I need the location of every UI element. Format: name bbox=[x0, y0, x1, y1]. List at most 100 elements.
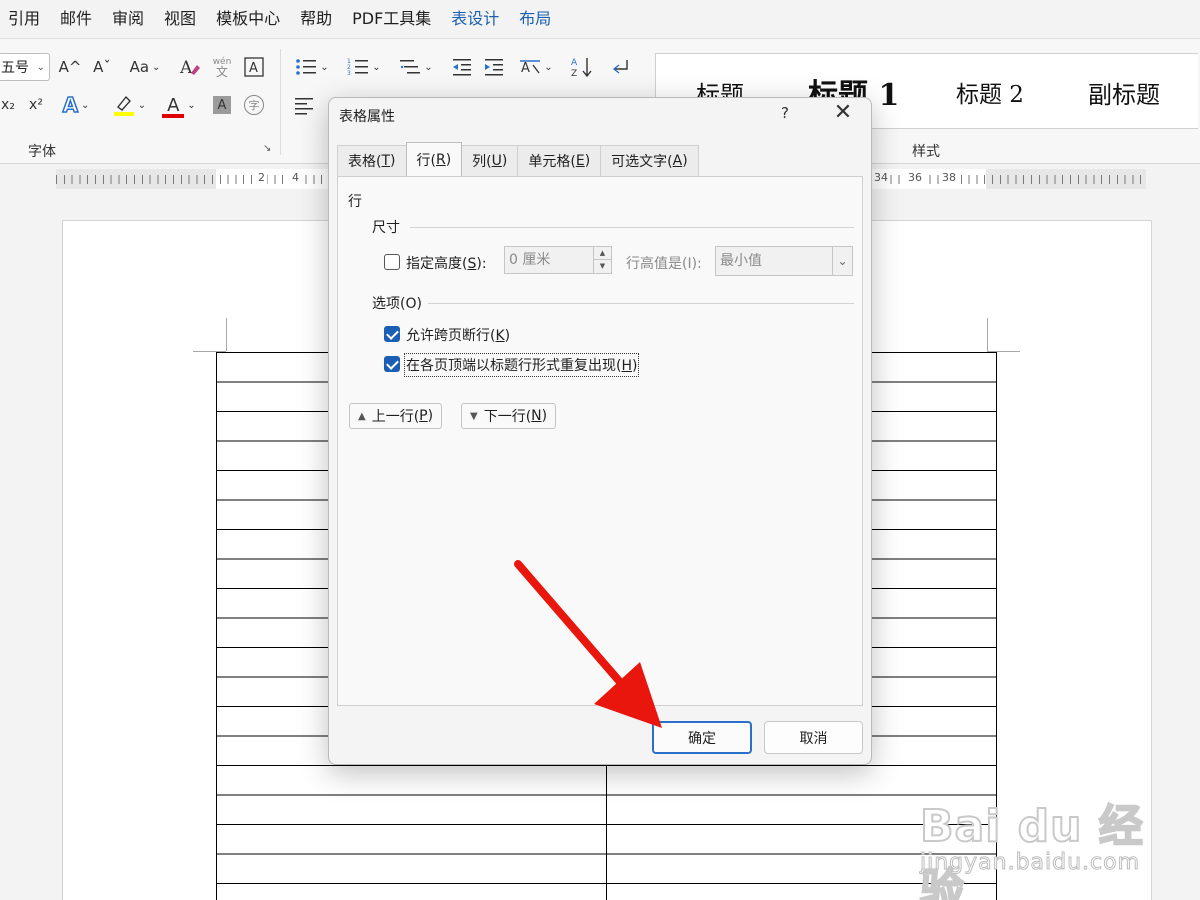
sort-button[interactable]: AZ bbox=[568, 53, 596, 81]
menu-review[interactable]: 审阅 bbox=[102, 0, 154, 38]
chevron-down-icon: ⌄ bbox=[544, 61, 553, 73]
spin-up-icon[interactable]: ▲ bbox=[594, 247, 611, 260]
font-color-button[interactable]: A ⌄ bbox=[158, 91, 200, 119]
row-height-is-label: 行高值是(I): bbox=[626, 256, 702, 272]
chinese-layout-button[interactable]: A ⌄ bbox=[514, 53, 558, 81]
character-border-button[interactable]: A bbox=[240, 53, 268, 81]
tab-table[interactable]: 表格(T) bbox=[337, 145, 407, 176]
svg-text:A: A bbox=[179, 58, 193, 78]
margin-mark bbox=[226, 318, 227, 351]
chevron-down-icon: ⌄ bbox=[832, 247, 852, 275]
menu-help[interactable]: 帮助 bbox=[290, 0, 342, 38]
decrease-indent-button[interactable] bbox=[448, 53, 476, 81]
menu-view[interactable]: 视图 bbox=[154, 0, 206, 38]
superscript-button[interactable]: x² bbox=[22, 91, 50, 119]
character-shading-button[interactable]: A bbox=[208, 91, 236, 119]
row-tab-panel: 行 尺寸 指定高度(S): 0 厘米 ▲ ▼ 行高值是(I): 最小值 ⌄ 选项… bbox=[337, 176, 863, 706]
section-options-label: 选项(O) bbox=[372, 296, 422, 312]
grow-font-icon: A^ bbox=[58, 58, 82, 76]
decrease-indent-icon bbox=[453, 59, 471, 76]
close-icon[interactable]: ✕ bbox=[829, 100, 857, 125]
font-size-select[interactable]: 五号 ⌄ bbox=[0, 53, 50, 81]
phonetic-guide-button[interactable]: wén 文 bbox=[208, 53, 236, 81]
tab-cell[interactable]: 单元格(E) bbox=[517, 145, 602, 176]
shrink-font-icon: Aˇ bbox=[93, 58, 111, 76]
numbering-icon: 123 bbox=[347, 58, 369, 77]
menu-mailings[interactable]: 邮件 bbox=[50, 0, 102, 38]
chevron-down-icon: ⌄ bbox=[320, 61, 329, 73]
clear-format-button[interactable]: A bbox=[176, 53, 204, 81]
clear-format-icon: A bbox=[179, 58, 200, 78]
chevron-down-icon: ⌄ bbox=[152, 61, 161, 73]
tab-row[interactable]: 行(R) bbox=[405, 142, 463, 176]
subscript-button[interactable]: x₂ bbox=[0, 91, 22, 119]
style-subtitle[interactable]: 副标题 bbox=[1088, 54, 1160, 130]
ruler-number: 4 bbox=[290, 171, 301, 184]
ruler-number: 36 bbox=[906, 171, 924, 184]
menu-references[interactable]: 引用 bbox=[0, 0, 50, 38]
change-case-icon: Aa bbox=[129, 58, 150, 76]
ok-button[interactable]: 确定 bbox=[652, 721, 752, 754]
character-border-icon: A bbox=[244, 57, 264, 77]
font-dialog-launcher-icon[interactable]: ↘ bbox=[263, 143, 271, 154]
allow-row-break-checkbox[interactable] bbox=[384, 326, 400, 342]
menu-bar: 引用 邮件 审阅 视图 模板中心 帮助 PDF工具集 表设计 布局 bbox=[0, 0, 1200, 38]
triangle-up-icon: ▲ bbox=[358, 410, 366, 422]
chevron-down-icon: ⌄ bbox=[137, 99, 147, 111]
section-row-label: 行 bbox=[348, 194, 362, 210]
table-column-divider bbox=[606, 766, 607, 900]
chevron-down-icon: ⌄ bbox=[372, 61, 381, 73]
subscript-icon: x₂ bbox=[1, 97, 15, 113]
menu-pdf-tools[interactable]: PDF工具集 bbox=[342, 0, 441, 38]
increase-indent-icon bbox=[485, 59, 503, 76]
enclose-character-button[interactable]: 字 bbox=[240, 91, 268, 119]
chevron-down-icon: ⌄ bbox=[81, 99, 90, 111]
ruler-number: 34 bbox=[872, 171, 890, 184]
enclose-character-icon: 字 bbox=[244, 95, 264, 115]
ruler-number: 2 bbox=[256, 171, 267, 184]
height-spinner[interactable]: 0 厘米 ▲ ▼ bbox=[504, 246, 612, 274]
increase-indent-button[interactable] bbox=[480, 53, 508, 81]
tab-alt-text[interactable]: 可选文字(A) bbox=[600, 145, 699, 176]
highlight-button[interactable]: ⌄ bbox=[108, 91, 150, 119]
character-shading-icon: A bbox=[213, 96, 231, 114]
specify-height-checkbox[interactable] bbox=[384, 254, 400, 270]
next-row-button[interactable]: ▼ 下一行(N) bbox=[461, 403, 557, 429]
cancel-button[interactable]: 取消 bbox=[764, 721, 863, 754]
spin-down-icon[interactable]: ▼ bbox=[594, 260, 611, 273]
menu-template-center[interactable]: 模板中心 bbox=[206, 0, 290, 38]
svg-text:A: A bbox=[249, 61, 258, 76]
tab-column[interactable]: 列(U) bbox=[461, 145, 519, 176]
row-height-select[interactable]: 最小值 ⌄ bbox=[715, 246, 853, 276]
specify-height-label[interactable]: 指定高度(S): bbox=[406, 253, 487, 273]
change-case-button[interactable]: Aa ⌄ bbox=[124, 53, 166, 81]
numbering-button[interactable]: 123 ⌄ bbox=[342, 53, 386, 81]
section-size-label: 尺寸 bbox=[372, 220, 400, 236]
svg-text:Z: Z bbox=[571, 69, 577, 78]
margin-mark bbox=[987, 318, 988, 351]
text-effect-button[interactable]: A ⌄ bbox=[56, 91, 96, 119]
phonetic-guide-bottom: 文 bbox=[215, 65, 228, 79]
font-size-value: 五号 bbox=[1, 60, 29, 76]
group-label-font: 字体 bbox=[28, 144, 56, 160]
shrink-font-button[interactable]: Aˇ bbox=[88, 53, 116, 81]
menu-layout[interactable]: 布局 bbox=[509, 0, 561, 38]
paragraph-mark-icon bbox=[612, 60, 628, 74]
align-left-button[interactable] bbox=[290, 91, 318, 119]
previous-row-button[interactable]: ▲ 上一行(P) bbox=[349, 403, 443, 429]
repeat-header-label[interactable]: 在各页顶端以标题行形式重复出现(H) bbox=[404, 353, 640, 377]
chevron-down-icon: ⌄ bbox=[187, 99, 196, 111]
triangle-down-icon: ▼ bbox=[470, 410, 478, 422]
chinese-layout-icon: A bbox=[520, 60, 541, 76]
help-button[interactable]: ? bbox=[775, 104, 795, 122]
style-heading-2[interactable]: 标题 2 bbox=[956, 54, 1024, 130]
repeat-header-checkbox[interactable] bbox=[384, 356, 400, 372]
allow-row-break-label[interactable]: 允许跨页断行(K) bbox=[406, 325, 510, 345]
bullets-button[interactable]: ⌄ bbox=[290, 53, 334, 81]
multilevel-list-button[interactable]: ⌄ bbox=[394, 53, 438, 81]
menu-table-design[interactable]: 表设计 bbox=[441, 0, 509, 38]
grow-font-button[interactable]: A^ bbox=[56, 53, 84, 81]
show-formatting-button[interactable] bbox=[606, 53, 634, 81]
svg-text:3: 3 bbox=[347, 70, 351, 77]
align-left-icon bbox=[295, 98, 313, 115]
